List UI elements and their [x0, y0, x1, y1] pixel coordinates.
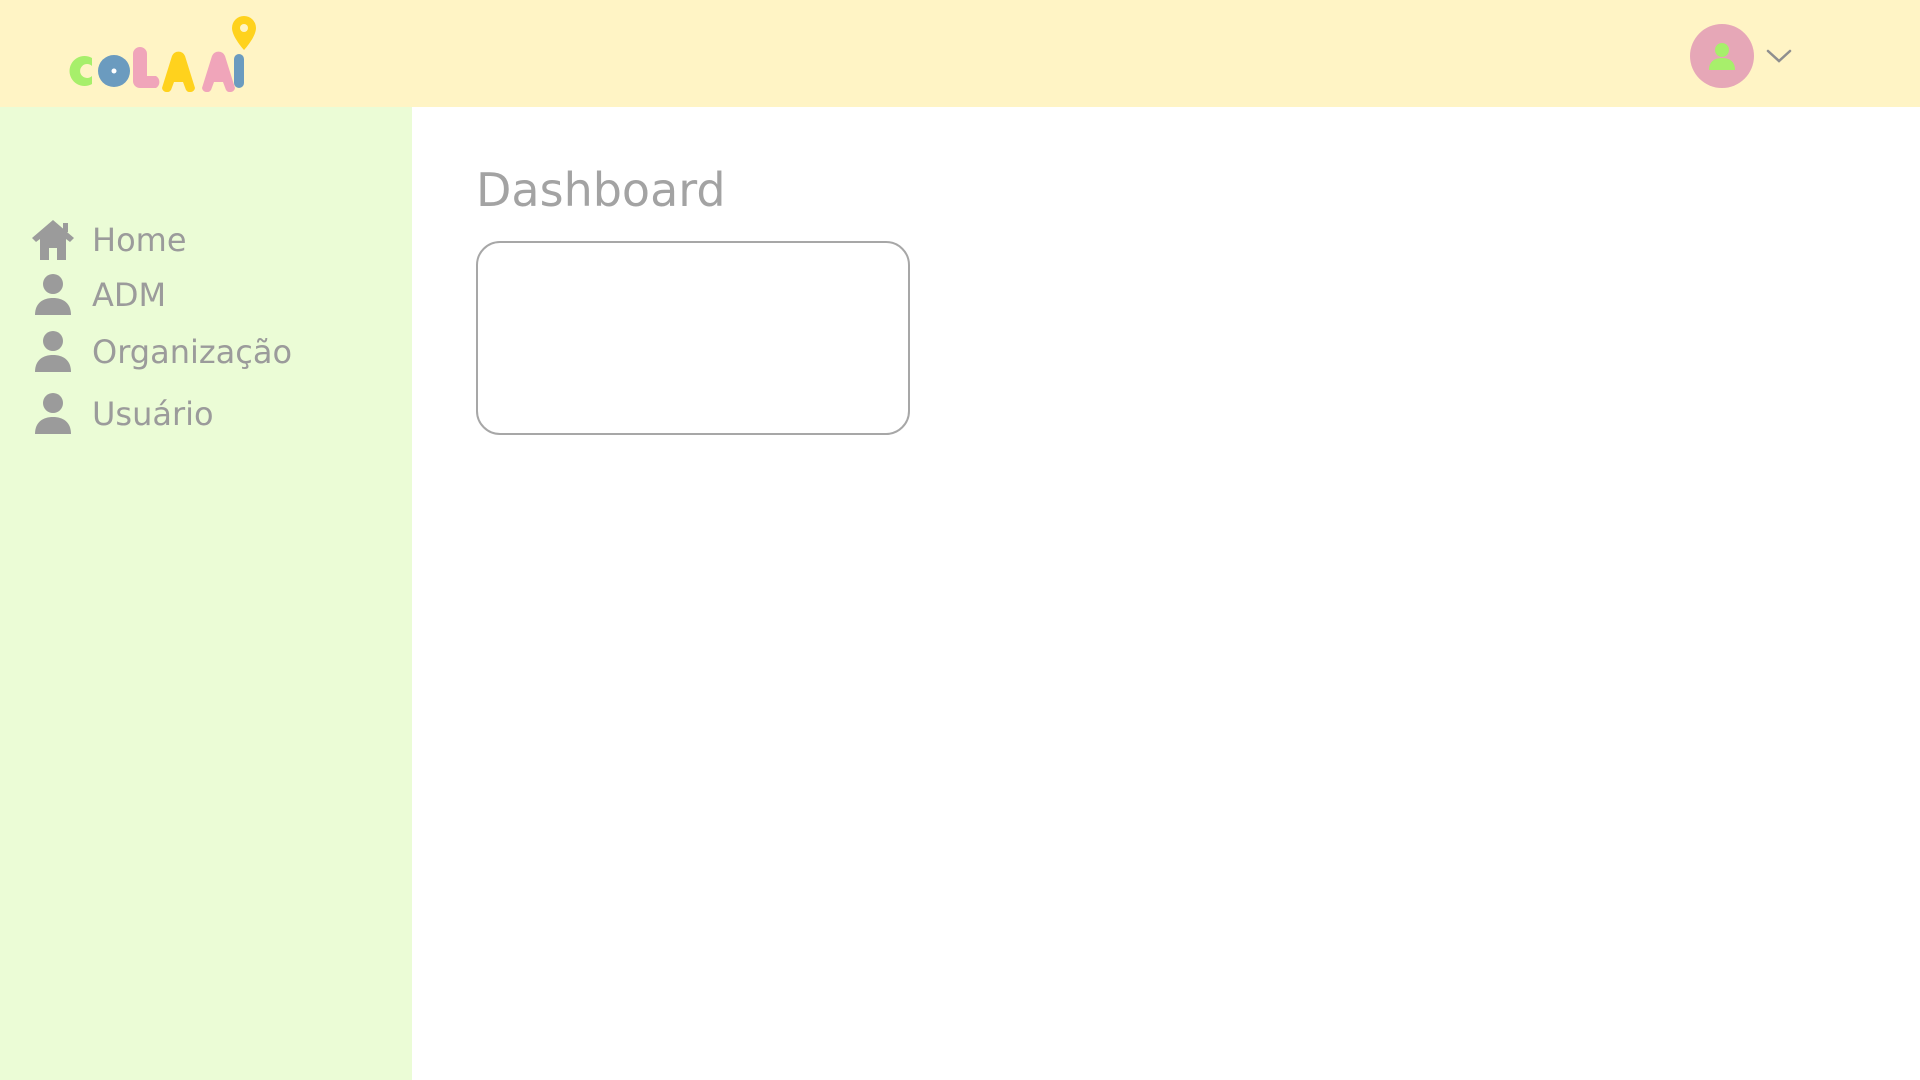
sidebar-item-home[interactable]: Home — [30, 217, 187, 263]
chevron-down-icon[interactable] — [1764, 41, 1794, 71]
sidebar-item-label: Organização — [92, 333, 293, 371]
user-icon — [1709, 43, 1735, 70]
user-menu[interactable] — [1690, 24, 1794, 88]
cola-ai-logo[interactable] — [62, 12, 262, 93]
sidebar-item-label: Usuário — [92, 395, 214, 433]
main-content: Dashboard — [412, 107, 1920, 1080]
sidebar: Home ADM Organização Usuário — [0, 107, 412, 1080]
avatar[interactable] — [1690, 24, 1754, 88]
sidebar-item-label: Home — [92, 221, 187, 259]
user-icon — [30, 391, 76, 437]
user-icon — [30, 272, 76, 318]
sidebar-item-organizacao[interactable]: Organização — [30, 329, 292, 375]
dashboard-card — [476, 241, 910, 435]
home-icon — [30, 217, 76, 263]
sidebar-item-usuario[interactable]: Usuário — [30, 391, 214, 437]
page-title: Dashboard — [476, 163, 726, 217]
top-header — [0, 0, 1920, 107]
user-icon — [30, 329, 76, 375]
sidebar-item-adm[interactable]: ADM — [30, 272, 166, 318]
sidebar-item-label: ADM — [92, 276, 167, 314]
